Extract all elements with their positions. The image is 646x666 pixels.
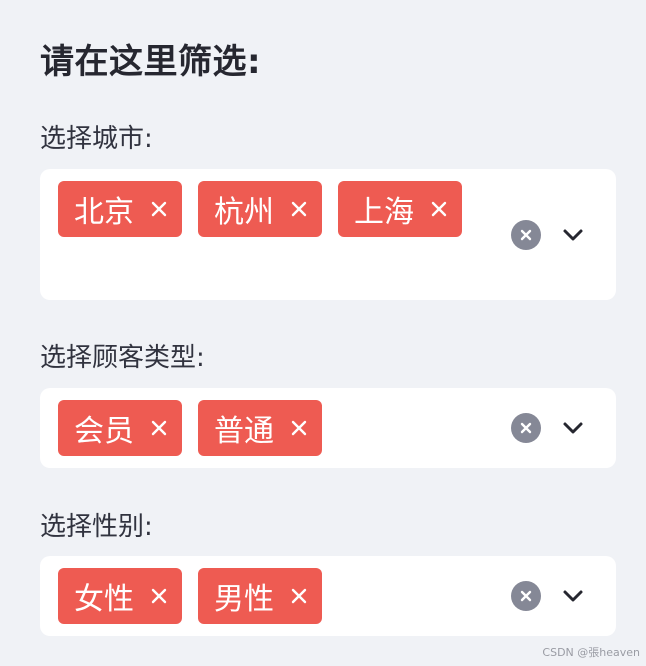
tag-label: 普通 <box>214 414 274 449</box>
tag-female: 女性 <box>58 568 182 624</box>
city-multiselect[interactable]: 北京 杭州 上海 <box>40 169 616 300</box>
tag-label: 女性 <box>74 582 134 617</box>
watermark: CSDN @張heaven <box>542 646 640 659</box>
tag-label: 会员 <box>74 414 134 449</box>
chevron-down-icon[interactable] <box>559 414 587 442</box>
tag-label: 北京 <box>74 195 134 230</box>
close-icon[interactable] <box>150 587 168 605</box>
close-icon[interactable] <box>290 200 308 218</box>
tag-shanghai: 上海 <box>338 181 462 237</box>
tag-beijing: 北京 <box>58 181 182 237</box>
gender-filter-label: 选择性别: <box>40 512 153 542</box>
tag-normal: 普通 <box>198 400 322 456</box>
clear-circle-icon[interactable] <box>511 581 541 611</box>
tag-label: 上海 <box>354 195 414 230</box>
close-icon[interactable] <box>430 200 448 218</box>
clear-circle-icon[interactable] <box>511 220 541 250</box>
gender-multiselect[interactable]: 女性 男性 <box>40 556 616 636</box>
close-icon[interactable] <box>290 419 308 437</box>
tag-hangzhou: 杭州 <box>198 181 322 237</box>
clear-circle-icon[interactable] <box>511 413 541 443</box>
customer-type-filter-label: 选择顾客类型: <box>40 343 205 373</box>
city-selected-tags: 北京 杭州 上海 <box>58 181 462 237</box>
city-filter-label: 选择城市: <box>40 124 153 154</box>
close-icon[interactable] <box>150 419 168 437</box>
close-icon[interactable] <box>150 200 168 218</box>
tag-member: 会员 <box>58 400 182 456</box>
chevron-down-icon[interactable] <box>559 221 587 249</box>
customer-type-multiselect[interactable]: 会员 普通 <box>40 388 616 468</box>
chevron-down-icon[interactable] <box>559 582 587 610</box>
filter-heading: 请在这里筛选: <box>40 42 262 82</box>
tag-label: 杭州 <box>214 195 274 230</box>
gender-selected-tags: 女性 男性 <box>58 568 322 624</box>
tag-label: 男性 <box>214 582 274 617</box>
close-icon[interactable] <box>290 587 308 605</box>
tag-male: 男性 <box>198 568 322 624</box>
customer-type-selected-tags: 会员 普通 <box>58 400 322 456</box>
